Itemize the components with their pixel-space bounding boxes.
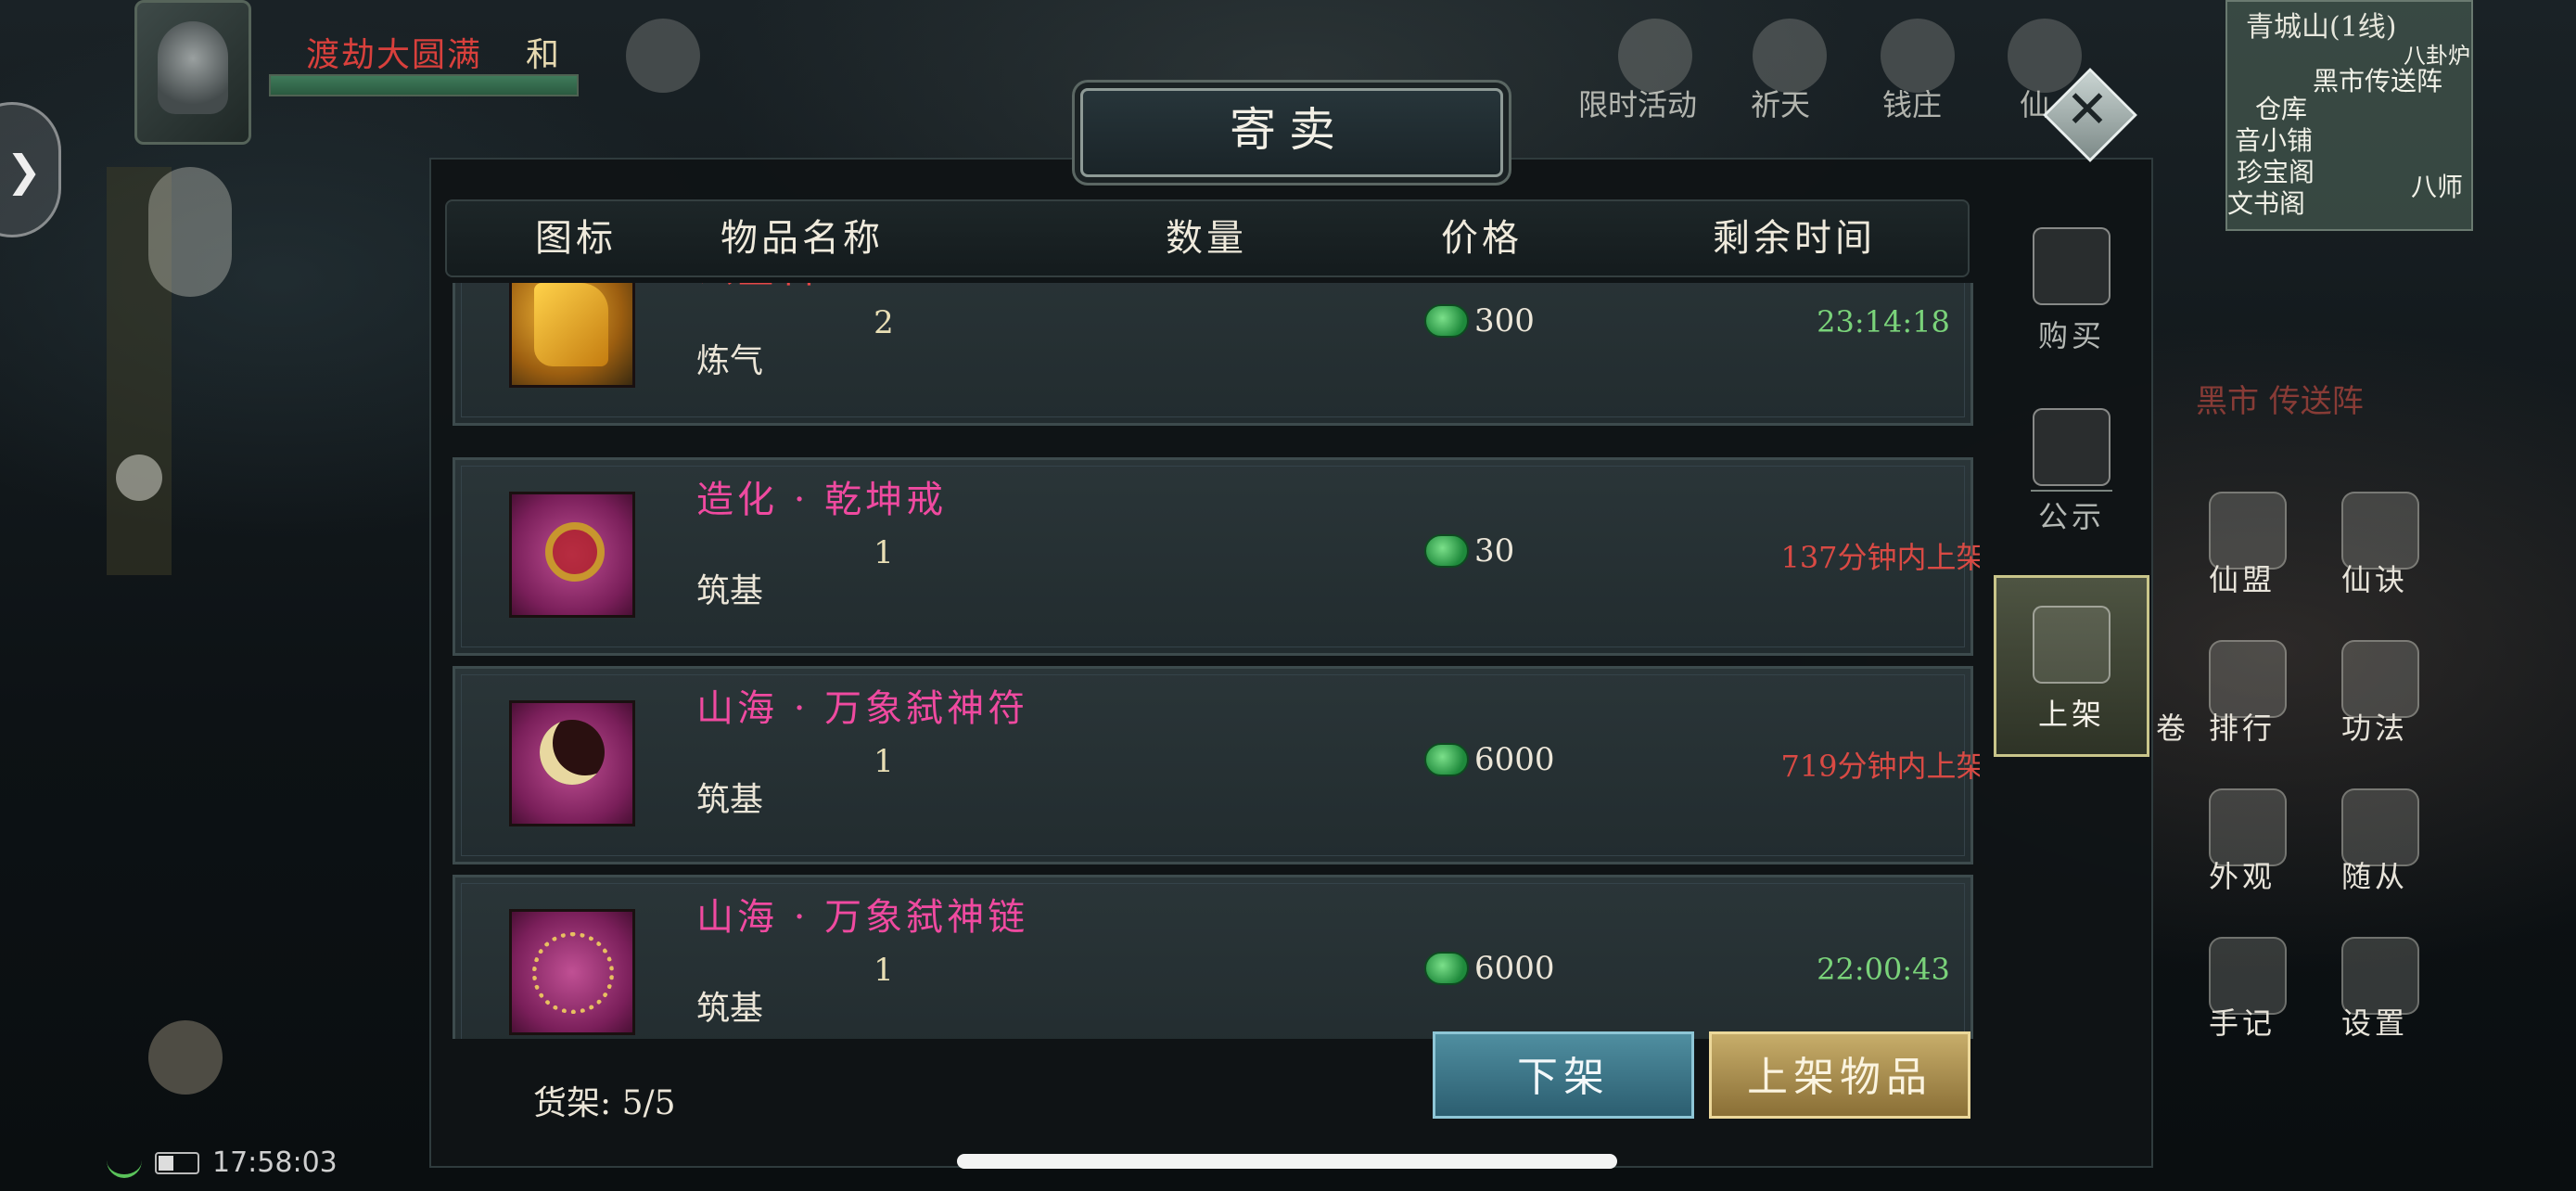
tab-buy[interactable]: 购买	[1994, 227, 2149, 355]
hand-coin-icon	[2033, 227, 2111, 305]
realm-tag[interactable]: 和	[526, 28, 559, 76]
item-name: 玄金石	[696, 283, 819, 293]
item-time: 22:00:43	[1817, 952, 1950, 987]
tab-notice[interactable]: 公示	[1994, 408, 2149, 536]
item-price: 300	[1424, 302, 1535, 339]
item-grade: 筑基	[696, 781, 764, 819]
col-qty: 数量	[1166, 217, 1247, 260]
chevron-right-icon: ❯	[6, 146, 42, 196]
item-price: 30	[1424, 532, 1514, 570]
minimap-label: 八师	[2411, 172, 2464, 202]
table-header: 图标 物品名称 数量 价格 剩余时间	[445, 199, 1970, 277]
abacus-icon	[2033, 606, 2111, 684]
mount-icon[interactable]	[148, 1020, 223, 1095]
minimap-label: 黑市传送阵	[2313, 66, 2443, 96]
gold-ore-icon	[509, 283, 635, 388]
close-icon[interactable]: ✕	[2057, 80, 2118, 141]
item-grade: 炼气	[696, 342, 764, 380]
jade-coin-icon	[1424, 952, 1469, 985]
menu-appearance[interactable]: 外观	[2209, 853, 2276, 896]
item-list[interactable]: 玄金石 炼气 2 300 23:14:18 造化 · 乾坤戒 筑基 1 30 1…	[445, 283, 1980, 1039]
menu-scroll-partial: 卷	[2156, 711, 2190, 746]
tab-label: 上架	[2037, 697, 2105, 732]
col-price: 价格	[1441, 217, 1523, 260]
tab-label: 公示	[2037, 499, 2105, 534]
tab-label: 购买	[2037, 318, 2105, 353]
item-time: 719分钟内上架	[1780, 749, 1980, 784]
item-time: 137分钟内上架	[1780, 540, 1980, 575]
clock: 17:58:03	[212, 1146, 338, 1179]
moon-amulet-icon	[509, 700, 635, 826]
jade-coin-icon	[1424, 743, 1469, 776]
item-qty: 1	[874, 534, 894, 571]
list-item-button[interactable]: 上架物品	[1709, 1031, 1970, 1119]
dialog-title: 寄卖	[1230, 103, 1348, 157]
realm-name: 渡劫大圆满	[306, 36, 483, 74]
ring-icon	[509, 492, 635, 618]
wifi-icon	[107, 1148, 142, 1178]
menu-ranking[interactable]: 排行	[2209, 705, 2276, 748]
blackmarket-bg-text: 黑市 传送阵	[2196, 383, 2364, 420]
player-avatar[interactable]	[134, 0, 251, 145]
item-grade: 筑基	[696, 990, 764, 1028]
unlist-button[interactable]: 下架	[1433, 1031, 1694, 1119]
menu-method[interactable]: 功法	[2341, 705, 2408, 748]
jade-coin-icon	[1424, 534, 1469, 568]
top-label-bank: 钱庄	[1882, 87, 1943, 122]
tab-divider	[2031, 490, 2112, 492]
tab-list[interactable]: 上架	[1994, 575, 2149, 757]
item-name: 山海 · 万象弑神链	[696, 896, 1029, 939]
item-name: 造化 · 乾坤戒	[696, 479, 948, 521]
jade-coin-icon	[1424, 304, 1469, 338]
shelf-count: 货架: 5/5	[533, 1084, 676, 1122]
table-row[interactable]: 山海 · 万象弑神符 筑基 1 6000 719分钟内上架	[453, 666, 1980, 864]
home-indicator[interactable]	[957, 1154, 1617, 1169]
menu-follower[interactable]: 随从	[2341, 853, 2408, 896]
magnifier-doc-icon	[2033, 408, 2111, 486]
item-qty: 2	[874, 304, 894, 341]
table-row[interactable]: 造化 · 乾坤戒 筑基 1 30 137分钟内上架	[453, 457, 1980, 656]
menu-skill[interactable]: 仙诀	[2341, 557, 2408, 599]
menu-journal[interactable]: 手记	[2209, 1000, 2276, 1043]
top-label-event: 限时活动	[1578, 87, 1698, 122]
avatar-face	[158, 21, 228, 114]
item-price: 6000	[1424, 741, 1555, 778]
item-qty: 1	[874, 743, 894, 780]
device-status: 17:58:03	[107, 1146, 338, 1179]
minimap[interactable]: 青城山(1线) 八卦炉 黑市传送阵 仓库 音小铺 珍宝阁 文书阁 八师	[2225, 0, 2473, 231]
menu-settings[interactable]: 设置	[2341, 1000, 2408, 1043]
top-label-pray: 祈天	[1751, 87, 1811, 122]
item-qty: 1	[874, 952, 894, 989]
item-name: 山海 · 万象弑神符	[696, 687, 1029, 730]
hp-bar	[269, 74, 579, 96]
menu-alliance[interactable]: 仙盟	[2209, 557, 2276, 599]
necklace-icon	[509, 909, 635, 1035]
event-crest-icon[interactable]	[626, 19, 700, 93]
item-price: 6000	[1424, 950, 1555, 987]
col-time: 剩余时间	[1713, 217, 1876, 260]
col-name: 物品名称	[721, 217, 884, 260]
pet-icon[interactable]	[148, 167, 232, 297]
table-row[interactable]: 玄金石 炼气 2 300 23:14:18	[453, 283, 1973, 426]
minimap-label: 文书阁	[2227, 188, 2306, 219]
flag-icon[interactable]	[116, 455, 162, 501]
col-icon: 图标	[535, 217, 617, 260]
battery-icon	[155, 1151, 199, 1174]
minimap-title: 青城山(1线)	[2246, 11, 2397, 44]
item-grade: 筑基	[696, 572, 764, 610]
table-row[interactable]: 山海 · 万象弑神链 筑基 1 6000 22:00:43	[453, 875, 1973, 1039]
item-time: 23:14:18	[1817, 304, 1950, 339]
